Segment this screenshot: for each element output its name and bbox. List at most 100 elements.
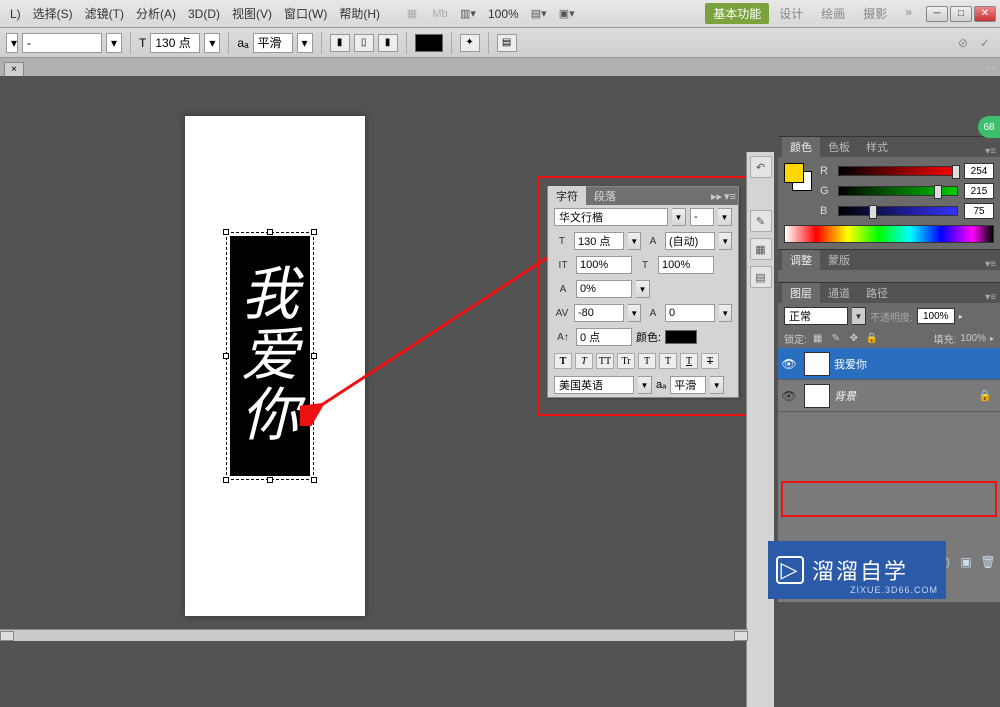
handle-mr[interactable] xyxy=(311,353,317,359)
transform-bounds[interactable] xyxy=(226,232,314,480)
fg-color[interactable] xyxy=(784,163,804,183)
brush-panel-icon[interactable]: ✎ xyxy=(750,210,772,232)
baseline-field[interactable]: 0 点 xyxy=(576,328,632,346)
workspace-basic[interactable]: 基本功能 xyxy=(705,3,769,24)
b-slider[interactable] xyxy=(838,206,958,216)
menu-3d[interactable]: 3D(D) xyxy=(182,7,226,21)
scroll-right-icon[interactable] xyxy=(734,631,748,641)
menu-filter[interactable]: 滤镜(T) xyxy=(79,5,130,22)
horizontal-scrollbar[interactable] xyxy=(0,629,748,641)
tab-adjustments[interactable]: 调整 xyxy=(782,250,820,270)
panel-menu-icon[interactable]: ▾≡ xyxy=(724,190,736,203)
g-value[interactable]: 215 xyxy=(964,183,994,199)
cancel-icon[interactable]: ⊘ xyxy=(954,34,972,52)
fg-bg-swatch[interactable] xyxy=(784,163,812,191)
close-button[interactable]: ✕ xyxy=(974,6,996,22)
kerning-field[interactable]: 0% xyxy=(576,280,632,298)
font-style-field[interactable]: - xyxy=(690,208,714,226)
leading-field[interactable]: (自动) xyxy=(665,232,716,250)
r-slider[interactable] xyxy=(838,166,958,176)
fill-field[interactable]: 100% xyxy=(960,333,986,344)
handle-br[interactable] xyxy=(311,477,317,483)
brush-presets-icon[interactable]: ▤ xyxy=(750,266,772,288)
layer-thumbnail[interactable] xyxy=(804,384,830,408)
layer-name[interactable]: 我爱你 xyxy=(834,356,867,372)
hscale-field[interactable]: 100% xyxy=(658,256,714,274)
arrange-docs-icon[interactable]: ▤▾ xyxy=(527,4,551,24)
layer-name[interactable]: 背景 xyxy=(834,388,856,404)
layer-thumbnail[interactable]: T xyxy=(804,352,830,376)
lang-dd-icon[interactable]: ▼ xyxy=(638,376,652,394)
scroll-left-icon[interactable] xyxy=(0,631,14,641)
menu-window[interactable]: 窗口(W) xyxy=(278,5,333,22)
leading-dd-icon[interactable]: ▼ xyxy=(719,232,732,250)
g-slider[interactable] xyxy=(838,186,958,196)
menu-view[interactable]: 视图(V) xyxy=(226,5,278,22)
view-extras-icon[interactable]: ▥▾ xyxy=(456,4,480,24)
handle-tl[interactable] xyxy=(223,229,229,235)
handle-bc[interactable] xyxy=(267,477,273,483)
menu-analysis[interactable]: 分析(A) xyxy=(130,5,182,22)
visibility-toggle-icon[interactable]: 👁 xyxy=(778,389,800,403)
opacity-dd-icon[interactable]: ▸ xyxy=(959,312,963,321)
tracking-dd-icon[interactable]: ▼ xyxy=(628,304,641,322)
lock-all-icon[interactable]: 🔒 xyxy=(865,332,879,346)
lock-position-icon[interactable]: ✥ xyxy=(847,332,861,346)
color-spectrum[interactable] xyxy=(784,225,994,243)
handle-tc[interactable] xyxy=(267,229,273,235)
tab-styles[interactable]: 样式 xyxy=(858,137,896,157)
blend-mode-select[interactable]: 正常 xyxy=(784,307,848,325)
handle-tr[interactable] xyxy=(311,229,317,235)
aa-dd[interactable]: ▾ xyxy=(297,33,313,53)
zoom-level[interactable]: 100% xyxy=(482,7,525,21)
opacity-field[interactable]: 100% xyxy=(917,308,955,324)
workspace-photo[interactable]: 摄影 xyxy=(855,3,895,24)
allcaps-button[interactable]: TT xyxy=(596,353,614,369)
menu-help[interactable]: 帮助(H) xyxy=(333,5,386,22)
bridge-icon[interactable]: ▦ xyxy=(400,4,424,24)
font-size-field[interactable]: 130 点 xyxy=(150,33,200,53)
commit-icon[interactable]: ✓ xyxy=(976,34,994,52)
faux-bold-button[interactable]: T xyxy=(554,353,572,369)
handle-bl[interactable] xyxy=(223,477,229,483)
subscript-button[interactable]: T xyxy=(659,353,677,369)
align-bottom-icon[interactable]: ▮ xyxy=(378,34,398,52)
doc-close-icon[interactable]: × xyxy=(11,64,17,75)
new-layer-icon[interactable]: ▣ xyxy=(958,555,974,569)
strikethrough-button[interactable]: T xyxy=(701,353,719,369)
mini-bridge-icon[interactable]: Mb xyxy=(428,4,452,24)
canvas[interactable]: 我 爱 你 xyxy=(185,116,365,616)
tab-color[interactable]: 颜色 xyxy=(782,137,820,157)
visibility-toggle-icon[interactable]: 👁 xyxy=(778,357,800,371)
tracking-field[interactable]: -80 xyxy=(574,304,625,322)
aa-dd-icon[interactable]: ▼ xyxy=(710,376,724,394)
panel-menu-icon[interactable]: ▾≡ xyxy=(985,146,1000,157)
tab-swatches[interactable]: 色板 xyxy=(820,137,858,157)
faux-italic-button[interactable]: T xyxy=(575,353,593,369)
tab-paths[interactable]: 路径 xyxy=(858,283,896,303)
aa-field[interactable]: 平滑 xyxy=(670,376,706,394)
workspace-paint[interactable]: 绘画 xyxy=(813,3,853,24)
delete-layer-icon[interactable]: 🗑 xyxy=(980,555,996,569)
tsume-dd-icon[interactable]: ▼ xyxy=(719,304,732,322)
screen-mode-icon[interactable]: ▣▾ xyxy=(555,4,579,24)
warp-text-icon[interactable]: ✦ xyxy=(460,34,480,52)
superscript-button[interactable]: T xyxy=(638,353,656,369)
layer-row[interactable]: 👁 背景 🔒 xyxy=(778,380,1000,412)
panel-menu-icon[interactable]: ▾≡ xyxy=(985,292,1000,303)
minimize-button[interactable]: ─ xyxy=(926,6,948,22)
language-field[interactable]: 美国英语 xyxy=(554,376,634,394)
lock-transparency-icon[interactable]: ▦ xyxy=(811,332,825,346)
text-color-swatch[interactable] xyxy=(415,34,443,52)
font-size-field[interactable]: 130 点 xyxy=(574,232,625,250)
tab-channels[interactable]: 通道 xyxy=(820,283,858,303)
r-value[interactable]: 254 xyxy=(964,163,994,179)
tool-preset[interactable]: ▾ xyxy=(6,33,18,53)
workspace-design[interactable]: 设计 xyxy=(771,3,811,24)
b-value[interactable]: 75 xyxy=(964,203,994,219)
fill-dd-icon[interactable]: ▸ xyxy=(990,334,994,343)
smallcaps-button[interactable]: Tr xyxy=(617,353,635,369)
history-panel-icon[interactable]: ↶ xyxy=(750,156,772,178)
tab-layers[interactable]: 图层 xyxy=(782,283,820,303)
tsume-field[interactable]: 0 xyxy=(665,304,716,322)
